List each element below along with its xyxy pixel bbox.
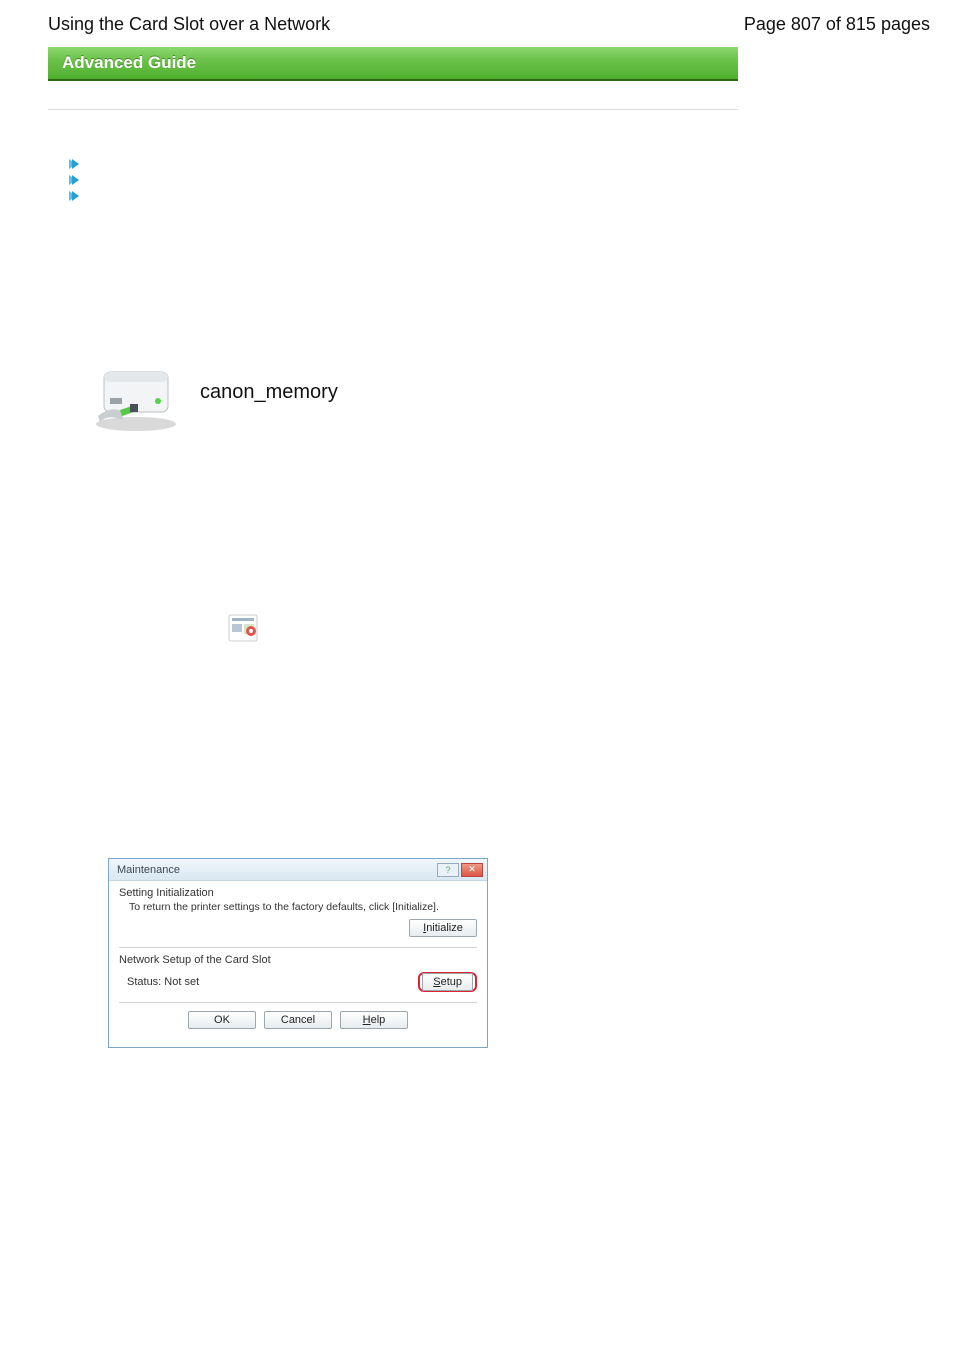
dialog-footer: OK Cancel Help <box>119 1002 477 1039</box>
setup-button-highlight: Setup <box>418 972 477 992</box>
maintenance-dialog: Maintenance ? ✕ Setting Initialization T… <box>108 858 488 1048</box>
banner-text: Advanced Guide <box>62 53 196 73</box>
titlebar-close-button[interactable]: ✕ <box>461 863 483 877</box>
link-row[interactable] <box>68 190 738 202</box>
help-button[interactable]: Help <box>340 1011 408 1029</box>
ok-button[interactable]: OK <box>188 1011 256 1029</box>
network-drive-icon <box>88 350 184 434</box>
initialize-button[interactable]: Initialize <box>409 919 477 937</box>
section-setting-init-title: Setting Initialization <box>119 887 477 899</box>
section-card-slot-title: Network Setup of the Card Slot <box>119 954 477 966</box>
links-block <box>68 158 738 202</box>
setup-button[interactable]: Setup <box>422 973 473 991</box>
titlebar-help-button[interactable]: ? <box>437 863 459 877</box>
header-page: Page 807 of 815 pages <box>744 14 930 35</box>
arrow-right-icon <box>68 158 80 170</box>
status-label: Status: Not set <box>127 976 199 988</box>
header-title: Using the Card Slot over a Network <box>48 14 330 35</box>
close-icon: ✕ <box>468 864 476 875</box>
network-drive-figure: canon_memory <box>88 350 738 434</box>
advanced-guide-banner: Advanced Guide <box>48 47 738 81</box>
network-tool-icon <box>228 614 258 642</box>
dialog-title: Maintenance <box>117 864 180 876</box>
cancel-button[interactable]: Cancel <box>264 1011 332 1029</box>
arrow-right-icon <box>68 190 80 202</box>
arrow-right-icon <box>68 174 80 186</box>
section-setting-init-desc: To return the printer settings to the fa… <box>129 901 477 913</box>
content-area: Advanced Guide <box>48 47 738 1048</box>
divider-line <box>119 947 477 948</box>
drive-label: canon_memory <box>200 381 338 404</box>
titlebar-buttons: ? ✕ <box>437 863 483 877</box>
divider-line <box>48 109 738 110</box>
link-row[interactable] <box>68 174 738 186</box>
page-header: Using the Card Slot over a Network Page … <box>0 0 954 43</box>
dialog-body: Setting Initialization To return the pri… <box>109 881 487 1047</box>
link-row[interactable] <box>68 158 738 170</box>
dialog-titlebar: Maintenance ? ✕ <box>109 859 487 881</box>
